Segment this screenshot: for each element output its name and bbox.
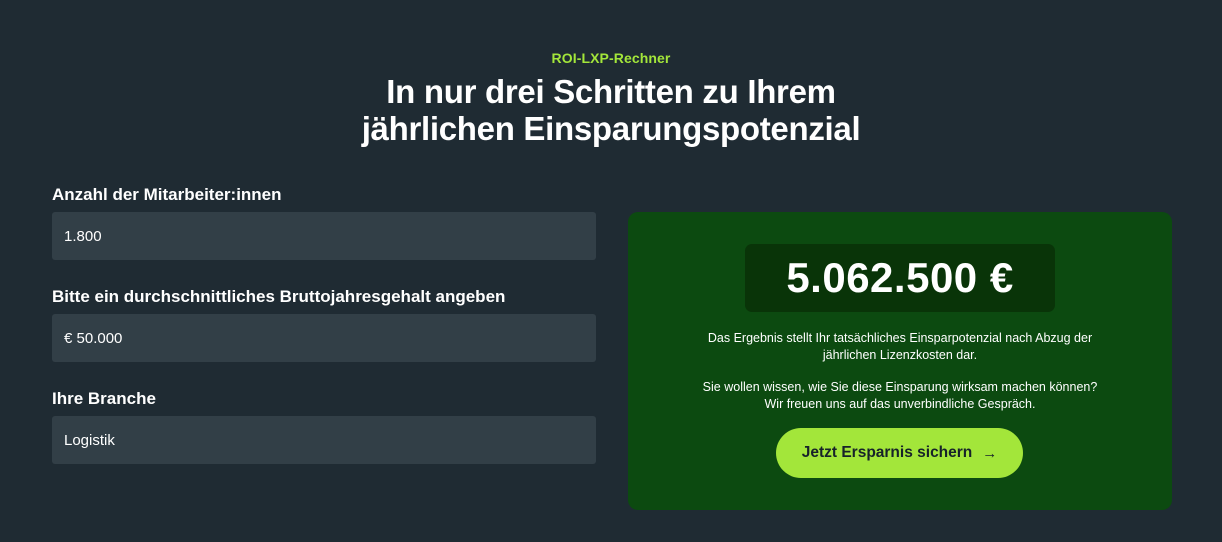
result-note-line-2: jährlichen Lizenzkosten dar.	[822, 348, 978, 362]
industry-label: Ihre Branche	[52, 389, 156, 408]
result-question-line-1: Sie wollen wissen, wie Sie diese Einspar…	[702, 380, 1098, 394]
cta-label: Jetzt Ersparnis sichern	[801, 444, 973, 461]
result-note-line-1: Das Ergebnis stellt Ihr tatsächliches Ei…	[707, 331, 1093, 345]
page-title-line-1: In nur drei Schritten zu Ihrem	[386, 73, 836, 110]
page-title-line-2: jährlichen Einsparungspotenzial	[361, 110, 861, 147]
arrow-right-icon: →	[982, 444, 998, 462]
result-question-line-2: Wir freuen uns auf das unverbindliche Ge…	[764, 397, 1036, 411]
salary-input[interactable]	[52, 314, 596, 362]
employees-input[interactable]	[52, 212, 596, 260]
result-question: Sie wollen wissen, wie Sie diese Einspar…	[628, 379, 1172, 413]
secure-savings-button[interactable]: Jetzt Ersparnis sichern →	[776, 428, 1023, 478]
page-title: In nur drei Schritten zu Ihrem jährliche…	[0, 73, 1222, 147]
result-note: Das Ergebnis stellt Ihr tatsächliches Ei…	[628, 330, 1172, 364]
employees-label: Anzahl der Mitarbeiter:innen	[52, 185, 282, 204]
industry-select-value: Logistik	[64, 431, 115, 449]
salary-label: Bitte ein durchschnittliches Bruttojahre…	[52, 287, 506, 306]
result-card: 5.062.500 € Das Ergebnis stellt Ihr tats…	[628, 212, 1172, 510]
industry-select[interactable]: Logistik	[52, 416, 596, 464]
calculator-eyebrow: ROI-LXP-Rechner	[551, 50, 671, 66]
savings-amount: 5.062.500 €	[745, 244, 1055, 312]
